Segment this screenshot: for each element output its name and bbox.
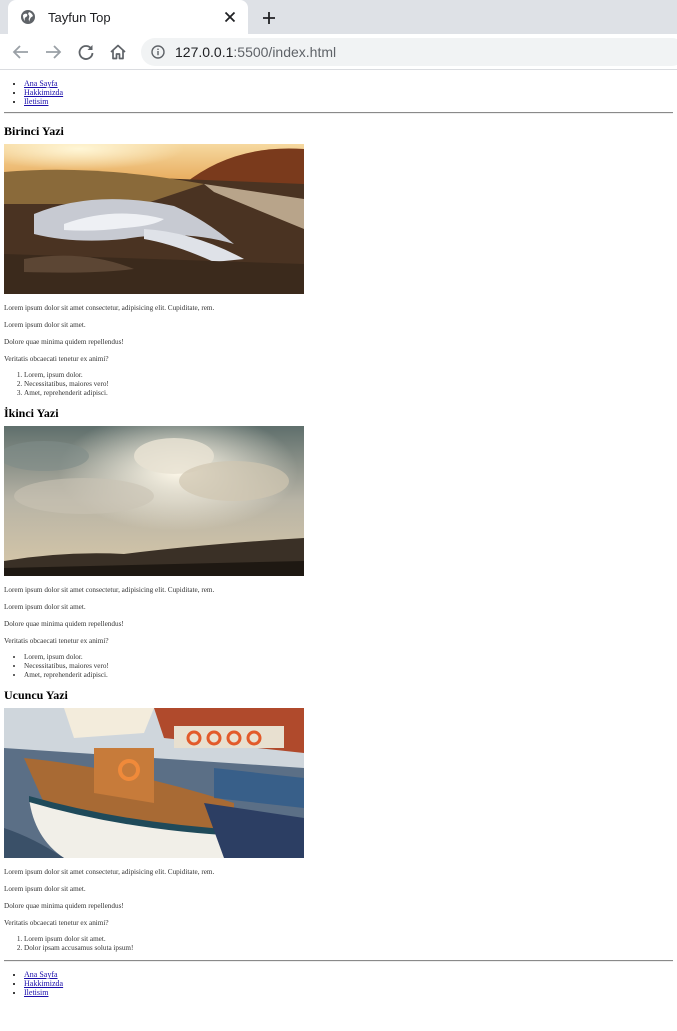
url-path: :5500/index.html <box>233 44 337 60</box>
footer-link-about[interactable]: Hakkimizda <box>24 979 63 988</box>
paragraph: Lorem ipsum dolor sit amet consectetur, … <box>4 868 215 876</box>
paragraph: Lorem ipsum dolor sit amet. <box>4 885 86 893</box>
footer-link-home[interactable]: Ana Sayfa <box>24 970 58 979</box>
nav-link-contact[interactable]: Iletisim <box>24 97 48 106</box>
list-item: Necessitatibus, maiores vero! <box>24 380 673 389</box>
list-item: Amet, reprehenderit adipisci. <box>24 389 673 398</box>
post-1: Birinci Yazi Lorem ipsum dolor sit amet … <box>4 124 673 398</box>
nav-item: Iletisim <box>24 97 673 106</box>
globe-icon <box>20 9 36 25</box>
footer-divider <box>4 960 673 962</box>
ordered-list: Lorem ipsum dolor sit amet. Dolor ipsam … <box>4 935 673 953</box>
boat-harbor-photo <box>4 708 304 858</box>
top-nav: Ana Sayfa Hakkimizda Iletisim <box>4 79 673 106</box>
browser-toolbar: 127.0.0.1:5500/index.html <box>0 34 677 70</box>
footer-link-contact[interactable]: Iletisim <box>24 988 48 997</box>
home-button[interactable] <box>107 41 129 63</box>
paragraph: Dolore quae minima quidem repellendus! <box>4 620 124 628</box>
unordered-list: Lorem, ipsum dolor. Necessitatibus, maio… <box>4 653 673 680</box>
sunset-muddy-road-photo <box>4 144 304 294</box>
paragraph: Veritatis obcaecati tenetur ex animi? <box>4 919 109 927</box>
paragraph: Lorem ipsum dolor sit amet consectetur, … <box>4 586 215 594</box>
home-icon <box>110 44 126 60</box>
nav-item: Ana Sayfa <box>24 970 673 979</box>
page-content: Ana Sayfa Hakkimizda Iletisim Birinci Ya… <box>0 71 677 997</box>
plus-icon <box>263 12 275 24</box>
list-item: Lorem, ipsum dolor. <box>24 653 673 662</box>
new-tab-button[interactable] <box>258 7 280 29</box>
nav-item: Ana Sayfa <box>24 79 673 88</box>
list-item: Lorem, ipsum dolor. <box>24 371 673 380</box>
cloudy-sky-landscape-photo <box>4 426 304 576</box>
list-item: Dolor ipsam accusamus soluta ipsum! <box>24 944 673 953</box>
list-item: Necessitatibus, maiores vero! <box>24 662 673 671</box>
browser-tab[interactable]: Tayfun Top <box>8 0 248 34</box>
paragraph: Lorem ipsum dolor sit amet consectetur, … <box>4 304 215 312</box>
footer-nav: Ana Sayfa Hakkimizda Iletisim <box>4 970 673 997</box>
post-2: İkinci Yazi Lorem ipsum dolor sit amet c… <box>4 406 673 680</box>
reload-button[interactable] <box>75 41 97 63</box>
address-bar[interactable]: 127.0.0.1:5500/index.html <box>141 38 677 66</box>
nav-item: Iletisim <box>24 988 673 997</box>
list-item: Lorem ipsum dolor sit amet. <box>24 935 673 944</box>
divider <box>4 112 673 114</box>
post-title: Birinci Yazi <box>4 124 64 138</box>
paragraph: Veritatis obcaecati tenetur ex animi? <box>4 355 109 363</box>
ordered-list: Lorem, ipsum dolor. Necessitatibus, maio… <box>4 371 673 398</box>
arrow-right-icon <box>46 45 62 59</box>
close-tab-icon[interactable] <box>222 9 238 25</box>
nav-link-about[interactable]: Hakkimizda <box>24 88 63 97</box>
url-host: 127.0.0.1 <box>175 44 234 60</box>
paragraph: Veritatis obcaecati tenetur ex animi? <box>4 637 109 645</box>
post-3: Ucuncu Yazi Lorem ipsum dolor sit amet c… <box>4 688 673 953</box>
back-button[interactable] <box>10 41 32 63</box>
nav-link-home[interactable]: Ana Sayfa <box>24 79 58 88</box>
paragraph: Lorem ipsum dolor sit amet. <box>4 321 86 329</box>
list-item: Amet, reprehenderit adipisci. <box>24 671 673 680</box>
post-title: İkinci Yazi <box>4 406 59 420</box>
tab-strip: Tayfun Top <box>0 0 677 34</box>
url-text[interactable]: 127.0.0.1:5500/index.html <box>175 44 336 60</box>
reload-icon <box>78 45 94 60</box>
tab-title: Tayfun Top <box>48 9 111 25</box>
nav-item: Hakkimizda <box>24 88 673 97</box>
info-icon[interactable] <box>151 45 165 59</box>
forward-button[interactable] <box>42 41 64 63</box>
post-title: Ucuncu Yazi <box>4 688 68 702</box>
arrow-left-icon <box>12 45 28 59</box>
paragraph: Dolore quae minima quidem repellendus! <box>4 338 124 346</box>
paragraph: Dolore quae minima quidem repellendus! <box>4 902 124 910</box>
nav-item: Hakkimizda <box>24 979 673 988</box>
paragraph: Lorem ipsum dolor sit amet. <box>4 603 86 611</box>
